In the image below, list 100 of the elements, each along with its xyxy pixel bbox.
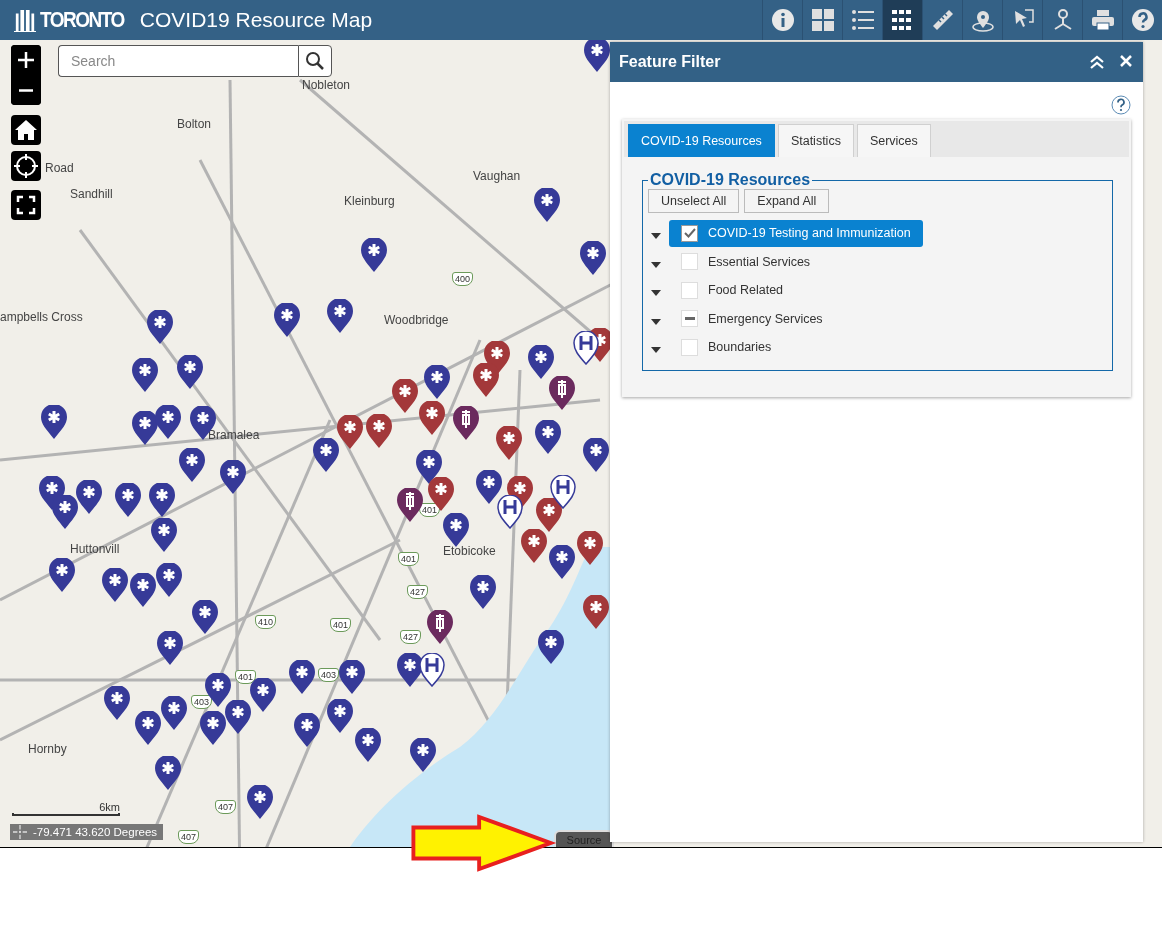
medical-pin-icon[interactable]: [521, 529, 547, 563]
medical-pin-icon[interactable]: [528, 345, 554, 379]
caret-icon[interactable]: [651, 261, 661, 268]
medical-pin-icon[interactable]: [192, 600, 218, 634]
tab[interactable]: Statistics: [777, 124, 854, 157]
medical-pin-icon[interactable]: [155, 405, 181, 439]
info-icon: [770, 8, 795, 32]
fullscreen-button[interactable]: [11, 190, 41, 220]
checkbox[interactable]: [681, 224, 698, 242]
layer-item[interactable]: Essential Services: [669, 248, 823, 276]
medical-pin-icon[interactable]: [151, 518, 177, 552]
action-button[interactable]: Expand All: [744, 189, 830, 213]
medical-pin-icon[interactable]: [397, 653, 423, 687]
medical-pin-icon[interactable]: [327, 699, 353, 733]
medical-pin-icon[interactable]: [424, 365, 450, 399]
help-icon: [1130, 8, 1155, 32]
tab[interactable]: COVID-19 Resources: [628, 124, 775, 157]
medical-pin-icon[interactable]: [392, 379, 418, 413]
medical-pin-icon[interactable]: [135, 711, 161, 745]
filter-tool-button[interactable]: [882, 0, 922, 40]
medical-pin-icon[interactable]: [132, 411, 158, 445]
medical-pin-icon[interactable]: [410, 738, 436, 772]
place-label: Vaughan: [473, 169, 521, 183]
medical-pin-icon[interactable]: [419, 401, 445, 435]
medical-pin-icon[interactable]: [250, 678, 276, 712]
search-field[interactable]: Search: [58, 45, 298, 77]
medical-pin-icon[interactable]: [104, 686, 130, 720]
medical-pin-icon[interactable]: [476, 470, 502, 504]
medical-pin-icon[interactable]: [179, 448, 205, 482]
hospital-pin-icon[interactable]: [573, 331, 599, 365]
medical-pin-icon[interactable]: [577, 531, 603, 565]
medical-pin-icon[interactable]: [289, 660, 315, 694]
tab[interactable]: Services: [856, 124, 931, 157]
medical-pin-icon[interactable]: [366, 414, 392, 448]
medical-pin-icon[interactable]: [327, 299, 353, 333]
place-label: Kleinburg: [344, 194, 395, 208]
medical-pin-icon[interactable]: [225, 700, 251, 734]
medical-pin-icon[interactable]: [443, 513, 469, 547]
syringe-pin-icon[interactable]: [427, 610, 453, 644]
medical-pin-icon[interactable]: [361, 238, 387, 272]
caret-icon[interactable]: [651, 290, 661, 297]
action-button[interactable]: Unselect All: [648, 189, 740, 213]
hospital-pin-icon[interactable]: [550, 475, 576, 509]
medical-pin-icon[interactable]: [41, 405, 67, 439]
medical-pin-icon[interactable]: [536, 498, 562, 532]
medical-pin-icon[interactable]: [337, 415, 363, 449]
medical-pin-icon[interactable]: [76, 480, 102, 514]
syringe-pin-icon[interactable]: [397, 488, 423, 522]
help-button[interactable]: [1111, 95, 1131, 115]
hospital-pin-icon[interactable]: [497, 495, 523, 529]
medical-pin-icon[interactable]: [220, 460, 246, 494]
medical-pin-icon[interactable]: [115, 483, 141, 517]
search-button[interactable]: [298, 45, 332, 77]
layer-item[interactable]: Food Related: [669, 276, 796, 304]
medical-pin-icon[interactable]: [274, 303, 300, 337]
medical-pin-icon[interactable]: [339, 660, 365, 694]
medical-pin-icon[interactable]: [583, 438, 609, 472]
medical-pin-icon[interactable]: [200, 711, 226, 745]
medical-pin-icon[interactable]: [584, 40, 610, 72]
medical-pin-icon[interactable]: [313, 438, 339, 472]
caret-icon[interactable]: [651, 233, 661, 240]
medical-pin-icon[interactable]: [355, 728, 381, 762]
syringe-pin-icon[interactable]: [549, 376, 575, 410]
medical-pin-icon[interactable]: [538, 630, 564, 664]
medical-pin-icon[interactable]: [470, 575, 496, 609]
place-label: Road: [45, 161, 74, 175]
logo-text: TORONTO: [40, 7, 124, 33]
layer-item[interactable]: Emergency Services: [669, 305, 835, 333]
locate-button[interactable]: [11, 151, 41, 181]
medical-pin-icon[interactable]: [580, 241, 606, 275]
caret-icon[interactable]: [651, 318, 661, 325]
medical-pin-icon[interactable]: [294, 713, 320, 747]
home-button[interactable]: [11, 115, 41, 145]
medical-pin-icon[interactable]: [52, 495, 78, 529]
check-icon: [683, 228, 696, 239]
medical-pin-icon[interactable]: [149, 483, 175, 517]
medical-pin-icon[interactable]: [156, 563, 182, 597]
medical-pin-icon[interactable]: [549, 545, 575, 579]
medical-pin-icon[interactable]: [147, 310, 173, 344]
medical-pin-icon[interactable]: [102, 568, 128, 602]
medical-pin-icon[interactable]: [130, 573, 156, 607]
medical-pin-icon[interactable]: [247, 785, 273, 819]
medical-pin-icon[interactable]: [535, 420, 561, 454]
location-pin-icon: [970, 8, 995, 32]
caret-icon[interactable]: [651, 347, 661, 354]
layer-item[interactable]: Boundaries: [669, 333, 784, 361]
medical-pin-icon[interactable]: [177, 355, 203, 389]
medical-pin-icon[interactable]: [155, 756, 181, 790]
medical-pin-icon[interactable]: [49, 558, 75, 592]
syringe-pin-icon[interactable]: [453, 406, 479, 440]
layer-item[interactable]: COVID-19 Testing and Immunization: [669, 219, 923, 247]
medical-pin-icon[interactable]: [583, 595, 609, 629]
hospital-pin-icon[interactable]: [419, 653, 445, 687]
medical-pin-icon[interactable]: [496, 426, 522, 460]
medical-pin-icon[interactable]: [157, 631, 183, 665]
print-icon: [1090, 8, 1115, 32]
medical-pin-icon[interactable]: [473, 363, 499, 397]
medical-pin-icon[interactable]: [161, 696, 187, 730]
medical-pin-icon[interactable]: [534, 188, 560, 222]
medical-pin-icon[interactable]: [132, 358, 158, 392]
